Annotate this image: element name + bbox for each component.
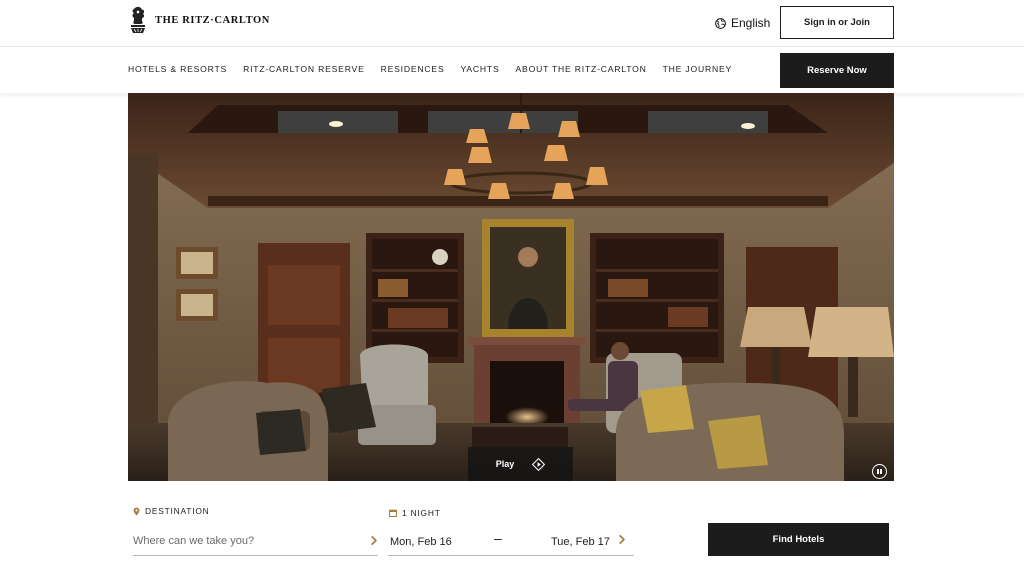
nav-item-hotels-resorts[interactable]: HOTELS & RESORTS <box>128 64 227 74</box>
nav-menu: HOTELS & RESORTS RITZ-CARLTON RESERVE RE… <box>128 47 732 91</box>
nights-label: 1 NIGHT <box>402 508 441 518</box>
chevron-right-icon[interactable] <box>370 535 378 546</box>
check-in-date: Mon, Feb 16 <box>390 536 452 548</box>
pause-icon[interactable] <box>872 464 887 479</box>
brand-name: THE RITZ·CARLTON <box>155 14 270 26</box>
nav-item-about[interactable]: ABOUT THE RITZ-CARLTON <box>516 64 647 74</box>
library-lounge-scene <box>128 93 894 481</box>
globe-icon <box>715 17 726 29</box>
date-separator: – <box>494 530 502 546</box>
calendar-icon <box>389 509 397 517</box>
nav-item-yachts[interactable]: YACHTS <box>460 64 499 74</box>
language-label: English <box>731 16 771 30</box>
destination-label-row: DESTINATION <box>133 506 209 516</box>
hero-video[interactable]: Play <box>128 93 894 481</box>
lion-crest-icon <box>131 6 145 33</box>
brand-logo[interactable]: THE RITZ·CARLTON <box>128 6 270 34</box>
reserve-now-button[interactable]: Reserve Now <box>780 53 894 88</box>
destination-input[interactable]: Where can we take you? <box>133 526 378 556</box>
main-nav: HOTELS & RESORTS RITZ-CARLTON RESERVE RE… <box>0 47 1024 93</box>
destination-label: DESTINATION <box>145 506 210 516</box>
play-video-button[interactable]: Play <box>468 447 573 481</box>
location-pin-icon <box>133 507 140 515</box>
destination-placeholder: Where can we take you? <box>133 534 255 547</box>
top-bar: THE RITZ·CARLTON English Sign in or Join <box>0 0 1024 47</box>
sign-in-button[interactable]: Sign in or Join <box>780 6 894 39</box>
nav-item-residences[interactable]: RESIDENCES <box>381 64 445 74</box>
nav-item-reserve[interactable]: RITZ-CARLTON RESERVE <box>243 64 365 74</box>
nights-label-row: 1 NIGHT <box>389 508 441 518</box>
language-selector[interactable]: English <box>715 16 770 30</box>
date-range-picker[interactable]: Mon, Feb 16 – Tue, Feb 17 <box>388 526 634 556</box>
nav-item-journey[interactable]: THE JOURNEY <box>663 64 732 74</box>
find-hotels-button[interactable]: Find Hotels <box>708 523 889 556</box>
check-out-date: Tue, Feb 17 <box>551 536 610 548</box>
chevron-right-icon[interactable] <box>618 534 626 545</box>
play-label: Play <box>495 459 515 469</box>
diamond-play-icon <box>532 457 546 471</box>
